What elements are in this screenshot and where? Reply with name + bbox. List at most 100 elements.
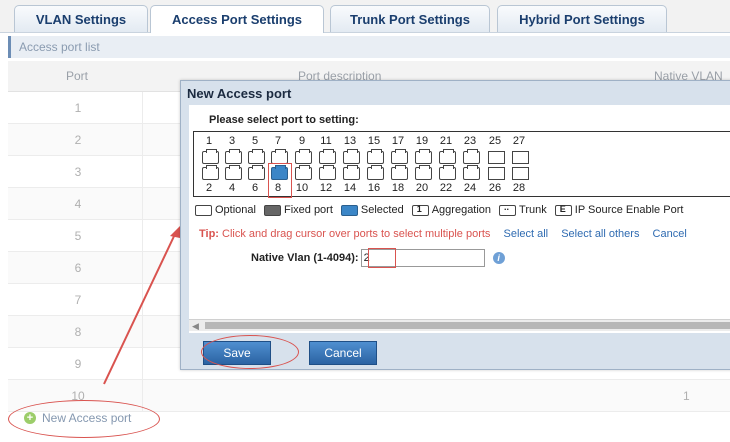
port-4[interactable] bbox=[225, 165, 242, 180]
port-number: 1 bbox=[205, 135, 213, 147]
row-port: 4 bbox=[74, 197, 82, 211]
tab-hybrid-port-settings[interactable]: Hybrid Port Settings bbox=[497, 5, 667, 32]
port-5[interactable] bbox=[248, 149, 265, 164]
port-number: 3 bbox=[228, 135, 236, 147]
annotation-box-port bbox=[268, 163, 292, 198]
scroll-left-icon[interactable]: ◀ bbox=[192, 321, 199, 332]
horizontal-scrollbar[interactable]: ◀ bbox=[189, 319, 730, 331]
ip-source-port-icon: E bbox=[554, 204, 572, 216]
port-19[interactable] bbox=[415, 149, 432, 164]
port-14[interactable] bbox=[343, 165, 360, 180]
port-number: 24 bbox=[463, 182, 477, 194]
port-22[interactable] bbox=[439, 165, 456, 180]
tip-line: Tip: Click and drag cursor over ports to… bbox=[199, 228, 687, 240]
access-port-list-title: Access port list bbox=[8, 36, 730, 58]
port-21[interactable] bbox=[439, 149, 456, 164]
port-2[interactable] bbox=[202, 165, 219, 180]
annotation-ellipse bbox=[8, 400, 160, 438]
port-legend: Optional Fixed port Selected 1 Aggregatio… bbox=[195, 202, 684, 216]
port-number: 22 bbox=[439, 182, 453, 194]
row-native-vlan: 1 bbox=[683, 389, 690, 403]
native-vlan-label: Native Vlan (1-4094): bbox=[251, 252, 359, 264]
tip-label: Tip: bbox=[199, 228, 219, 240]
cancel-selection-link[interactable]: Cancel bbox=[653, 228, 687, 240]
tab-access-port-settings[interactable]: Access Port Settings bbox=[150, 5, 324, 33]
port-11[interactable] bbox=[319, 149, 336, 164]
row-port: 1 bbox=[74, 101, 82, 115]
port-number: 11 bbox=[320, 135, 332, 147]
legend-trunk: Trunk bbox=[519, 204, 547, 216]
port-13[interactable] bbox=[343, 149, 360, 164]
annotation-ellipse-save bbox=[201, 335, 299, 369]
legend-optional: Optional bbox=[215, 204, 256, 216]
port-20[interactable] bbox=[415, 165, 432, 180]
port-9[interactable] bbox=[295, 149, 312, 164]
port-16[interactable] bbox=[367, 165, 384, 180]
new-access-port-dialog: New Access port Please select port to se… bbox=[180, 80, 730, 370]
row-port: 3 bbox=[74, 165, 82, 179]
selected-port-icon bbox=[340, 204, 358, 216]
aggregation-port-icon: 1 bbox=[411, 204, 429, 216]
port-number: 25 bbox=[488, 135, 502, 147]
row-port: 5 bbox=[74, 229, 82, 243]
port-number: 27 bbox=[512, 135, 526, 147]
port-12[interactable] bbox=[319, 165, 336, 180]
port-number: 16 bbox=[367, 182, 381, 194]
tab-vlan-settings[interactable]: VLAN Settings bbox=[14, 5, 148, 32]
port-23[interactable] bbox=[463, 149, 480, 164]
legend-ip-source: IP Source Enable Port bbox=[574, 204, 684, 216]
dialog-title: New Access port bbox=[187, 86, 292, 101]
port-1[interactable] bbox=[202, 149, 219, 164]
port-number: 19 bbox=[415, 135, 429, 147]
annotation-box-vlan bbox=[368, 248, 396, 268]
port-select-prompt: Please select port to setting: bbox=[209, 114, 359, 126]
port-number: 13 bbox=[343, 135, 357, 147]
port-number: 26 bbox=[488, 182, 502, 194]
port-number: 14 bbox=[343, 182, 357, 194]
row-port: 6 bbox=[74, 261, 82, 275]
port-18[interactable] bbox=[391, 165, 408, 180]
row-port: 2 bbox=[74, 133, 82, 147]
trunk-port-icon: .. bbox=[499, 202, 517, 216]
port-number: 10 bbox=[295, 182, 309, 194]
port-number: 28 bbox=[512, 182, 526, 194]
port-number: 15 bbox=[367, 135, 381, 147]
header-port: Port bbox=[66, 69, 89, 83]
port-25[interactable] bbox=[488, 151, 505, 164]
port-10[interactable] bbox=[295, 165, 312, 180]
port-number: 9 bbox=[298, 135, 306, 147]
fixed-port-icon bbox=[263, 204, 281, 216]
legend-selected: Selected bbox=[360, 204, 404, 216]
legend-aggregation: Aggregation bbox=[431, 204, 492, 216]
port-27[interactable] bbox=[512, 151, 529, 164]
select-all-others-link[interactable]: Select all others bbox=[561, 228, 639, 240]
port-6[interactable] bbox=[248, 165, 265, 180]
port-15[interactable] bbox=[367, 149, 384, 164]
port-number: 6 bbox=[251, 182, 259, 194]
tip-text: Click and drag cursor over ports to sele… bbox=[222, 228, 491, 240]
port-number: 12 bbox=[319, 182, 333, 194]
select-all-link[interactable]: Select all bbox=[503, 228, 548, 240]
scroll-thumb[interactable] bbox=[205, 322, 730, 329]
port-number: 20 bbox=[415, 182, 429, 194]
row-port: 9 bbox=[74, 357, 82, 371]
optional-port-icon bbox=[195, 204, 212, 216]
port-number: 2 bbox=[205, 182, 213, 194]
tab-bar: VLAN Settings Access Port Settings Trunk… bbox=[0, 0, 730, 33]
tab-trunk-port-settings[interactable]: Trunk Port Settings bbox=[330, 5, 490, 32]
port-number: 21 bbox=[439, 135, 453, 147]
port-24[interactable] bbox=[463, 165, 480, 180]
port-28[interactable] bbox=[512, 167, 529, 180]
port-number: 18 bbox=[391, 182, 405, 194]
row-port: 8 bbox=[74, 325, 82, 339]
port-number: 5 bbox=[251, 135, 259, 147]
port-17[interactable] bbox=[391, 149, 408, 164]
port-number: 23 bbox=[463, 135, 477, 147]
port-panel: 1 3 5 7 9 11 13 15 17 19 21 23 25 27 2 4 6 8 10 12 14 16 18 20 2… bbox=[193, 131, 730, 198]
info-icon[interactable]: i bbox=[492, 252, 505, 264]
port-3[interactable] bbox=[225, 149, 242, 164]
port-26[interactable] bbox=[488, 167, 505, 180]
cancel-button[interactable]: Cancel bbox=[309, 341, 377, 365]
dialog-body: Please select port to setting: 1 3 5 7 9 11 13… bbox=[189, 105, 730, 333]
legend-fixed: Fixed port bbox=[283, 204, 333, 216]
